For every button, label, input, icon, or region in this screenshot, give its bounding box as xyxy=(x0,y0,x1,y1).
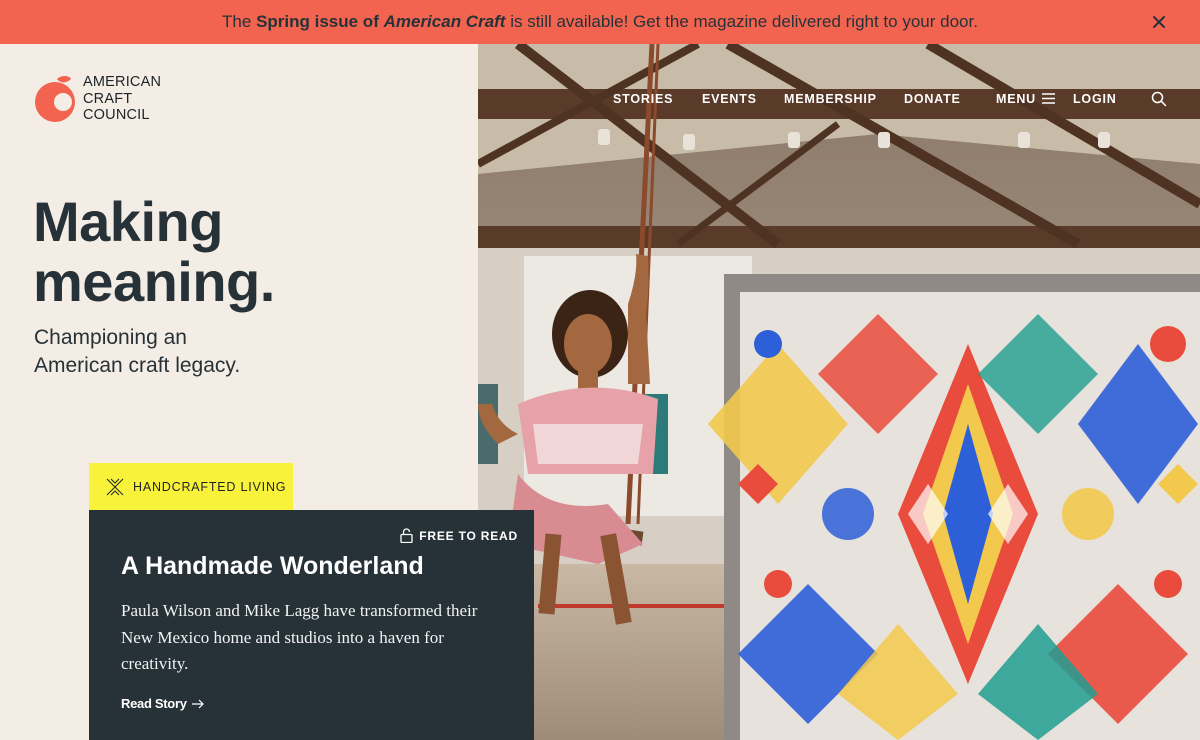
nav-menu[interactable]: MENU xyxy=(996,92,1036,106)
nav-events[interactable]: EVENTS xyxy=(702,92,757,106)
feature-card: FREE TO READ A Handmade Wonderland Paula… xyxy=(89,510,534,740)
category-tag[interactable]: HANDCRAFTED LIVING xyxy=(89,463,293,510)
unlock-icon xyxy=(400,528,413,543)
close-icon[interactable] xyxy=(1148,11,1170,33)
hamburger-menu-icon[interactable] xyxy=(1042,93,1055,104)
nav-membership[interactable]: MEMBERSHIP xyxy=(784,92,877,106)
nav-donate[interactable]: DONATE xyxy=(904,92,961,106)
main-nav: STORIES EVENTS MEMBERSHIP DONATE MENU LO… xyxy=(478,89,1200,111)
search-icon[interactable] xyxy=(1151,91,1167,107)
banner-text[interactable]: The Spring issue of American Craft is st… xyxy=(222,12,978,32)
arrow-right-icon xyxy=(191,699,204,708)
nav-stories[interactable]: STORIES xyxy=(613,92,673,106)
site-logo[interactable]: AMERICAN CRAFT COUNCIL xyxy=(33,74,161,124)
hero-photo xyxy=(478,44,1200,740)
feature-description: Paula Wilson and Mike Lagg have transfor… xyxy=(121,601,478,673)
access-badge: FREE TO READ xyxy=(400,528,518,543)
crossed-sticks-icon xyxy=(106,478,124,495)
read-story-link[interactable]: Read Story xyxy=(121,696,205,711)
announcement-banner: The Spring issue of American Craft is st… xyxy=(0,0,1200,44)
category-label: HANDCRAFTED LIVING xyxy=(133,479,287,494)
hero-subtitle: Championing an American craft legacy. xyxy=(34,326,241,377)
read-story-label: Read Story xyxy=(121,696,187,711)
nav-login[interactable]: LOGIN xyxy=(1073,92,1117,106)
hero-title: Making meaning. xyxy=(33,190,275,313)
logo-text: AMERICAN CRAFT COUNCIL xyxy=(83,74,162,123)
feature-title[interactable]: A Handmade Wonderland xyxy=(121,550,424,582)
access-label: FREE TO READ xyxy=(419,528,518,543)
logo-mark-icon xyxy=(35,75,75,122)
studio-photo-image xyxy=(478,44,1200,740)
